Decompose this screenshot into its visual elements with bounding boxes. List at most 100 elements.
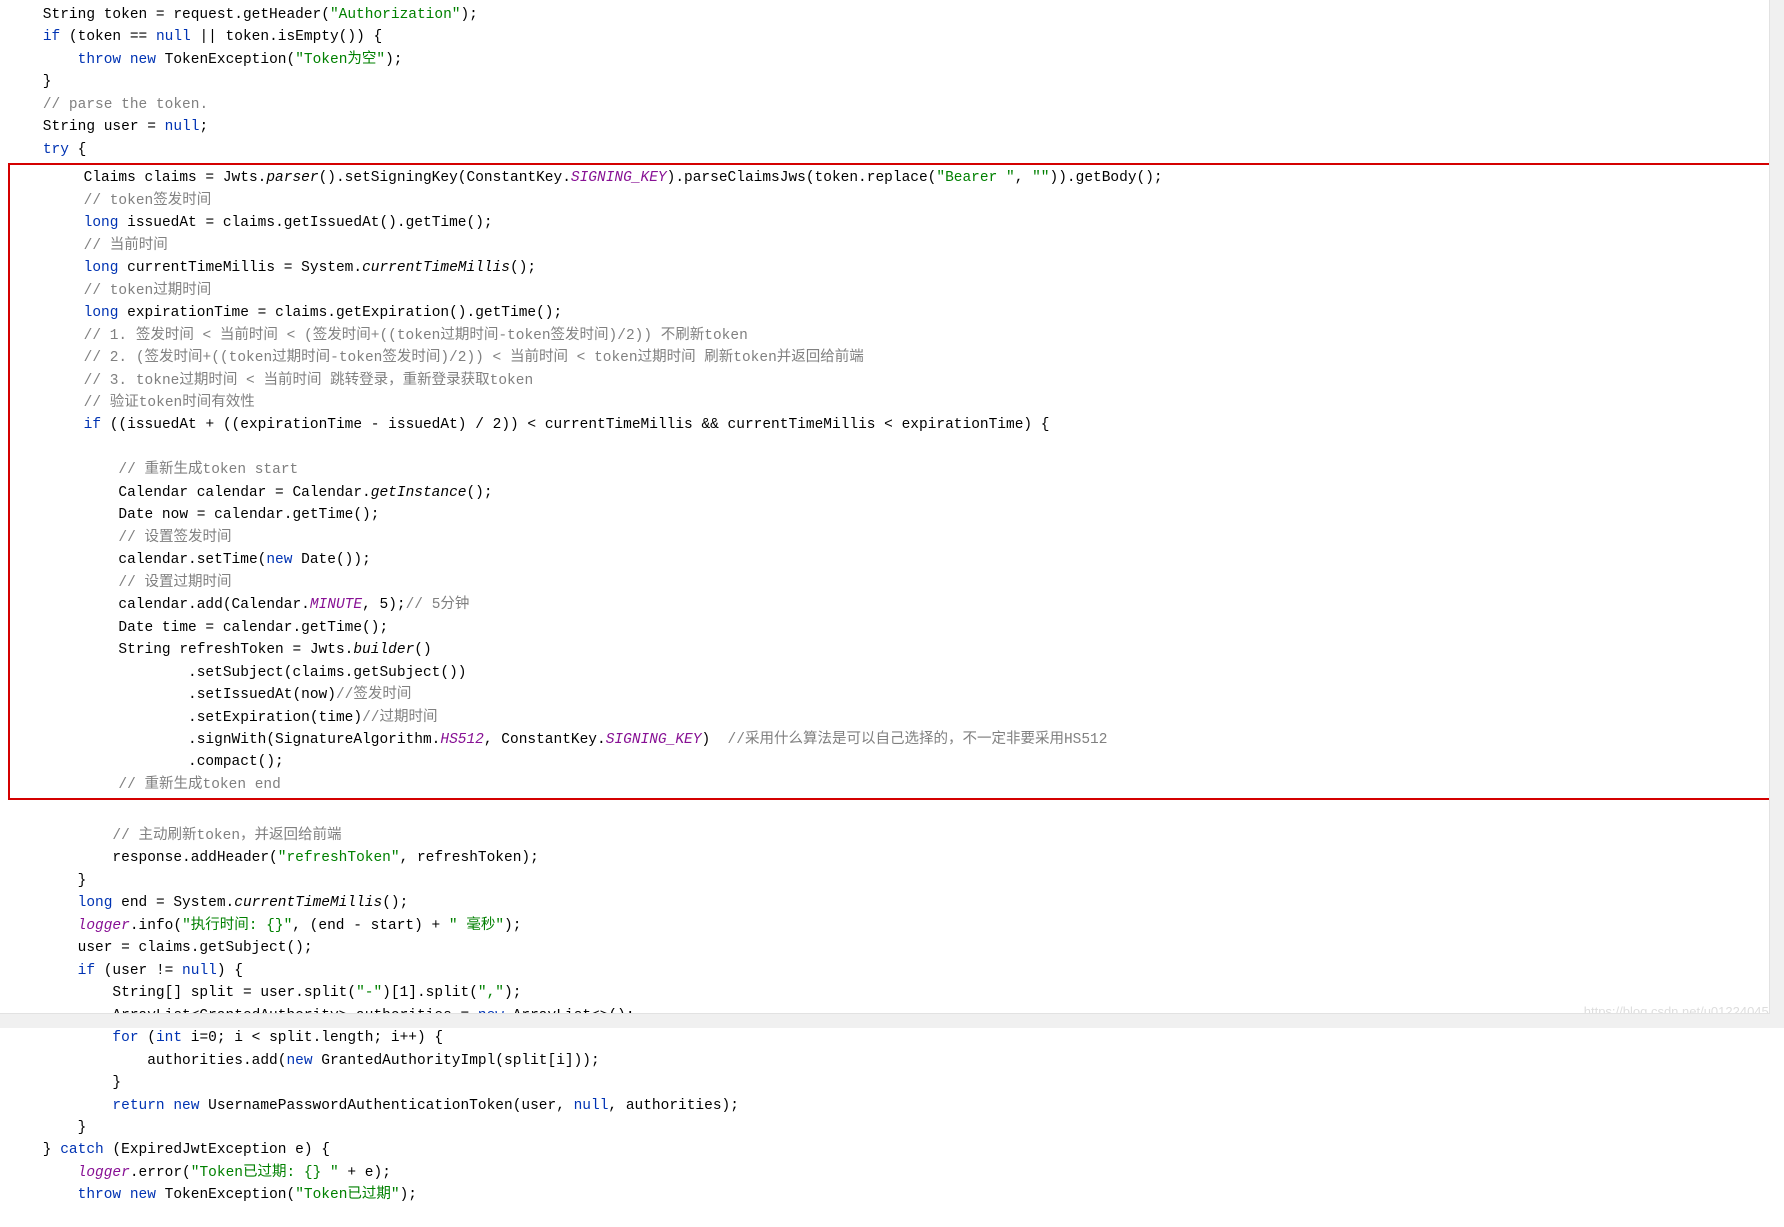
code-token: long [84,215,119,231]
code-token: (user != [95,963,182,979]
code-token: )) < currentTimeMillis && currentTimeMil… [501,417,1049,433]
code-token: "Token已过期: {} " [191,1165,339,1181]
code-token: } [8,1120,86,1136]
code-token: // parse the token. [43,97,208,113]
code-token [8,963,78,979]
code-token: (token == [60,29,156,45]
code-token: String user = [8,119,165,135]
code-token: } [8,74,52,90]
code-token: // 验证token时间有效性 [84,395,255,411]
code-token: for [112,1030,138,1046]
code-token: getInstance [371,485,467,501]
code-token [8,1030,112,1046]
code-token: , ConstantKey. [484,732,606,748]
code-token: TokenException( [156,1187,295,1203]
code-token: ( [139,1030,156,1046]
code-token: .compact(); [14,754,284,770]
code-token: throw new [78,52,156,68]
code-token: null [574,1098,609,1114]
code-token [14,238,84,254]
code-token [14,283,84,299]
code-token: } [8,1075,121,1091]
code-token: "" [1032,170,1049,186]
code-token: .error( [130,1165,191,1181]
code-token: .setIssuedAt(now) [14,687,336,703]
code-token: .setExpiration(time) [14,710,362,726]
code-token: "Token为空" [295,52,385,68]
code-token: String[] split = user.split( [8,985,356,1001]
code-token: currentTimeMillis [234,895,382,911]
code-post: // 主动刷新token，并返回给前端 response.addHeader("… [8,802,1776,1206]
code-token: ); [460,7,477,23]
code-token: long [78,895,113,911]
code-token: Date()); [292,552,370,568]
code-token: // 2. (签发时间+((token过期时间-token签发时间)/2)) <… [84,350,864,366]
code-token: (ExpiredJwtException e) { [104,1142,330,1158]
code-token: SIGNING_KEY [571,170,667,186]
code-token: //过期时间 [362,710,437,726]
code-token [14,395,84,411]
code-token: ((issuedAt + ((expirationTime - issuedAt… [101,417,493,433]
code-token [14,215,84,231]
code-token [8,142,43,158]
code-token [14,193,84,209]
code-token [8,1187,78,1203]
code-token: // 当前时间 [84,238,168,254]
code-token: } [8,873,86,889]
code-token: "-" [356,985,382,1001]
code-token [8,1165,78,1181]
code-token: || token.isEmpty()) { [191,29,382,45]
code-token: } [8,1142,60,1158]
code-token: "Authorization" [330,7,461,23]
code-box: Claims claims = Jwts.parser().setSigning… [14,167,1770,796]
code-token: if [78,963,95,979]
code-token: currentTimeMillis [362,260,510,276]
code-token: ).parseClaimsJws(token.replace( [667,170,937,186]
code-token: authorities.add( [8,1053,286,1069]
code-token: "执行时间: {}" [182,918,292,934]
code-token: if [84,417,101,433]
code-token: Date time = calendar.getTime(); [14,620,388,636]
code-token: // token过期时间 [84,283,212,299]
code-token: try [43,142,69,158]
code-token: int [156,1030,182,1046]
code-token: + e); [339,1165,391,1181]
code-token: expirationTime = claims.getExpiration().… [118,305,562,321]
code-token: // 重新生成token start [118,462,298,478]
code-token [14,260,84,276]
code-token: (); [510,260,536,276]
code-token: SIGNING_KEY [606,732,702,748]
code-token: TokenException( [156,52,295,68]
code-token: // 5分钟 [406,597,470,613]
code-token: "," [478,985,504,1001]
code-token: , (end - start) + [292,918,449,934]
code-token: null [156,29,191,45]
code-token: null [165,119,200,135]
code-token: HS512 [440,732,484,748]
code-token: Calendar calendar = Calendar. [14,485,371,501]
code-token: Claims claims = Jwts. [14,170,266,186]
horizontal-scrollbar[interactable] [0,1013,1770,1028]
code-token: , authorities); [608,1098,739,1114]
code-token: new [286,1053,312,1069]
code-token: ); [504,918,521,934]
code-token: ) [701,732,727,748]
code-token: 5 [379,597,388,613]
code-token: logger [78,1165,130,1181]
code-token: if [43,29,60,45]
code-token: issuedAt = claims.getIssuedAt().getTime(… [118,215,492,231]
code-token: ].split( [408,985,478,1001]
code-token [8,97,43,113]
code-token [14,350,84,366]
code-token: ; [199,119,208,135]
code-token: MINUTE [310,597,362,613]
code-token: user = claims.getSubject(); [8,940,313,956]
code-token: //签发时间 [336,687,411,703]
code-token: return new [112,1098,199,1114]
code-token [8,828,112,844]
code-token [14,462,118,478]
code-token: , [362,597,379,613]
vertical-scrollbar[interactable] [1769,0,1784,1028]
code-pre: String token = request.getHeader("Author… [8,4,1776,161]
code-token: ); [400,1187,417,1203]
